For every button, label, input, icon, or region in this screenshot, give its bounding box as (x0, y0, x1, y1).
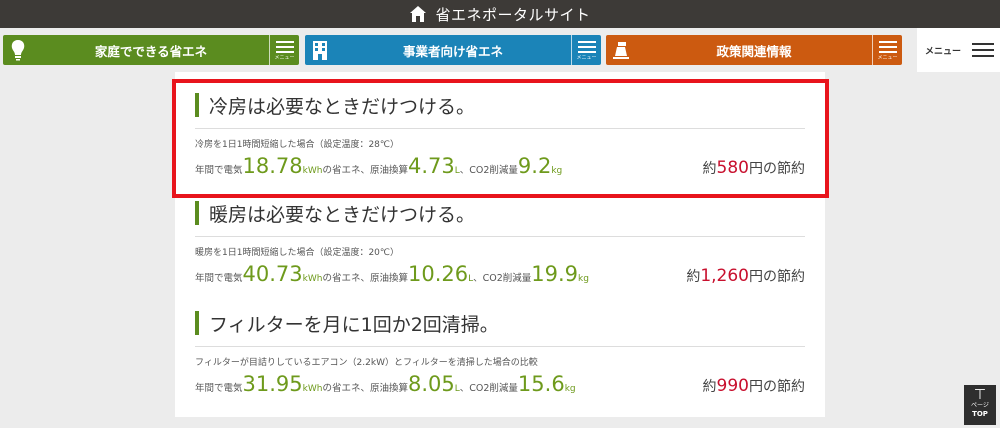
menu-label: メニュー (925, 46, 962, 57)
tip-item: フィルターを月に1回か2回清掃。 フィルターが目詰りしているエアコン（2.2kW… (195, 308, 805, 396)
home-icon[interactable] (409, 5, 427, 23)
tip-note: 暖房を1日1時間短縮した場合（設定温度：20℃） (195, 248, 400, 258)
nav-label: 事業者向け省エネ (402, 43, 503, 59)
heading-bar (195, 201, 199, 225)
highlight-box (172, 79, 829, 198)
tip-heading: 暖房は必要なときだけつける。 (209, 203, 476, 226)
building-icon (305, 35, 335, 65)
nav-label: 家庭でできる省エネ (94, 43, 208, 59)
category-nav: 家庭でできる省エネ メニュー 事業者向け省エネ メニュー 政策関連情報 メニュー (0, 28, 1000, 72)
site-header: 省エネポータルサイト (0, 0, 1000, 28)
tip-saving: 約1,260円の節約 (686, 266, 805, 286)
global-menu-button[interactable]: メニュー (917, 28, 1000, 72)
hamburger-icon (972, 39, 994, 61)
nav-business-energy[interactable]: 事業者向け省エネ メニュー (305, 35, 601, 65)
site-title[interactable]: 省エネポータルサイト (435, 4, 590, 25)
tip-item: 暖房は必要なときだけつける。 暖房を1日1時間短縮した場合（設定温度：20℃） … (195, 198, 805, 286)
tip-stats: 年間で電気40.73kWhの省エネ、原油換算10.26L、CO2削減量19.9k… (195, 262, 589, 286)
nav-label: 政策関連情報 (716, 43, 792, 59)
policy-icon (606, 35, 636, 65)
nav-policy-info[interactable]: 政策関連情報 メニュー (606, 35, 902, 65)
tip-saving: 約990円の節約 (702, 376, 805, 396)
heading-bar (195, 311, 199, 335)
tip-stats: 年間で電気31.95kWhの省エネ、原油換算8.05L、CO2削減量15.6kg (195, 372, 576, 396)
arrow-up-icon: ⊤ (973, 387, 987, 403)
nav-menu-button[interactable]: メニュー (571, 35, 601, 65)
tip-heading: フィルターを月に1回か2回清掃。 (209, 313, 499, 336)
tip-note: フィルターが目詰りしているエアコン（2.2kW）とフィルターを清掃した場合の比較 (195, 358, 538, 368)
page-top-button[interactable]: ⊤ ページ TOP (964, 385, 996, 425)
nav-home-energy[interactable]: 家庭でできる省エネ メニュー (3, 35, 299, 65)
nav-menu-button[interactable]: メニュー (269, 35, 299, 65)
nav-menu-button[interactable]: メニュー (872, 35, 902, 65)
lightbulb-icon (3, 35, 33, 65)
